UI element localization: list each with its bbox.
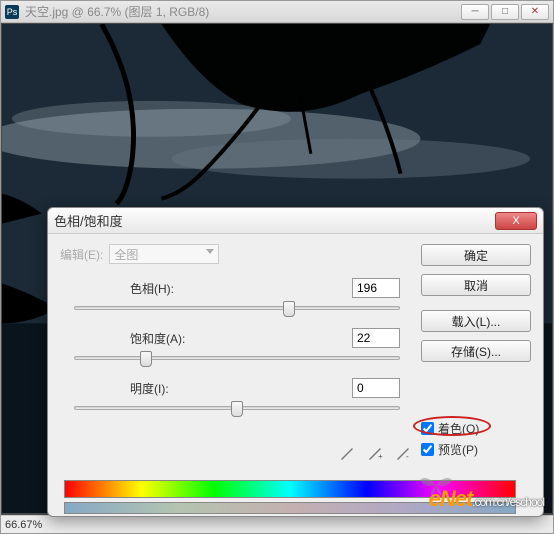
preview-label: 预览(P) [438,441,478,458]
svg-text:-: - [406,452,409,461]
app-icon: Ps [5,5,19,19]
chevron-down-icon [206,249,214,254]
eyedropper-minus-icon[interactable]: - [394,444,412,462]
dialog-right-panel: 确定 取消 载入(L)... 存储(S)... 着色(O) 预览(P) [421,244,531,458]
preview-checkbox[interactable] [421,443,434,456]
hue-label: 色相(H): [130,280,174,297]
hue-row: 色相(H): [60,278,400,322]
eyedropper-plus-icon[interactable]: + [366,444,384,462]
ok-button[interactable]: 确定 [421,244,531,266]
dialog-title-text: 色相/饱和度 [54,211,123,230]
load-button[interactable]: 载入(L)... [421,310,531,332]
titlebar: Ps 天空.jpg @ 66.7% (图层 1, RGB/8) ─ □ ✕ [1,1,553,23]
saturation-slider[interactable] [74,350,400,372]
saturation-input[interactable] [352,328,400,348]
saturation-row: 饱和度(A): [60,328,400,372]
lightness-input[interactable] [352,378,400,398]
lightness-row: 明度(I): [60,378,400,422]
colorize-label: 着色(O) [438,420,479,437]
saturation-label: 饱和度(A): [130,330,185,347]
svg-text:+: + [378,452,383,461]
lightness-slider[interactable] [74,400,400,422]
close-button[interactable]: ✕ [521,4,549,20]
lightness-label: 明度(I): [130,380,169,397]
zoom-level: 66.67% [5,519,42,531]
lightness-slider-thumb[interactable] [231,401,243,417]
hue-saturation-dialog: 色相/饱和度 X 编辑(E): 全图 色相(H): [47,207,544,517]
cancel-button[interactable]: 取消 [421,274,531,296]
dialog-left-panel: 编辑(E): 全图 色相(H): 饱和度(A): [60,244,400,428]
hue-slider-thumb[interactable] [283,301,295,317]
status-bar: 66.67% [1,515,553,533]
edit-label: 编辑(E): [60,246,103,263]
edit-channel-select: 全图 [109,244,219,264]
colorize-checkbox[interactable] [421,422,434,435]
saturation-slider-thumb[interactable] [140,351,152,367]
window-title: 天空.jpg @ 66.7% (图层 1, RGB/8) [25,3,209,20]
eyedropper-icon[interactable] [338,444,356,462]
hue-input[interactable] [352,278,400,298]
eyedropper-tools: + - [338,444,412,462]
dialog-close-button[interactable]: X [495,212,537,230]
hue-slider[interactable] [74,300,400,322]
watermark: eNet.com.cn/eschool [429,486,544,512]
save-button[interactable]: 存储(S)... [421,340,531,362]
dialog-titlebar[interactable]: 色相/饱和度 X [48,208,543,234]
minimize-button[interactable]: ─ [461,4,489,20]
maximize-button[interactable]: □ [491,4,519,20]
